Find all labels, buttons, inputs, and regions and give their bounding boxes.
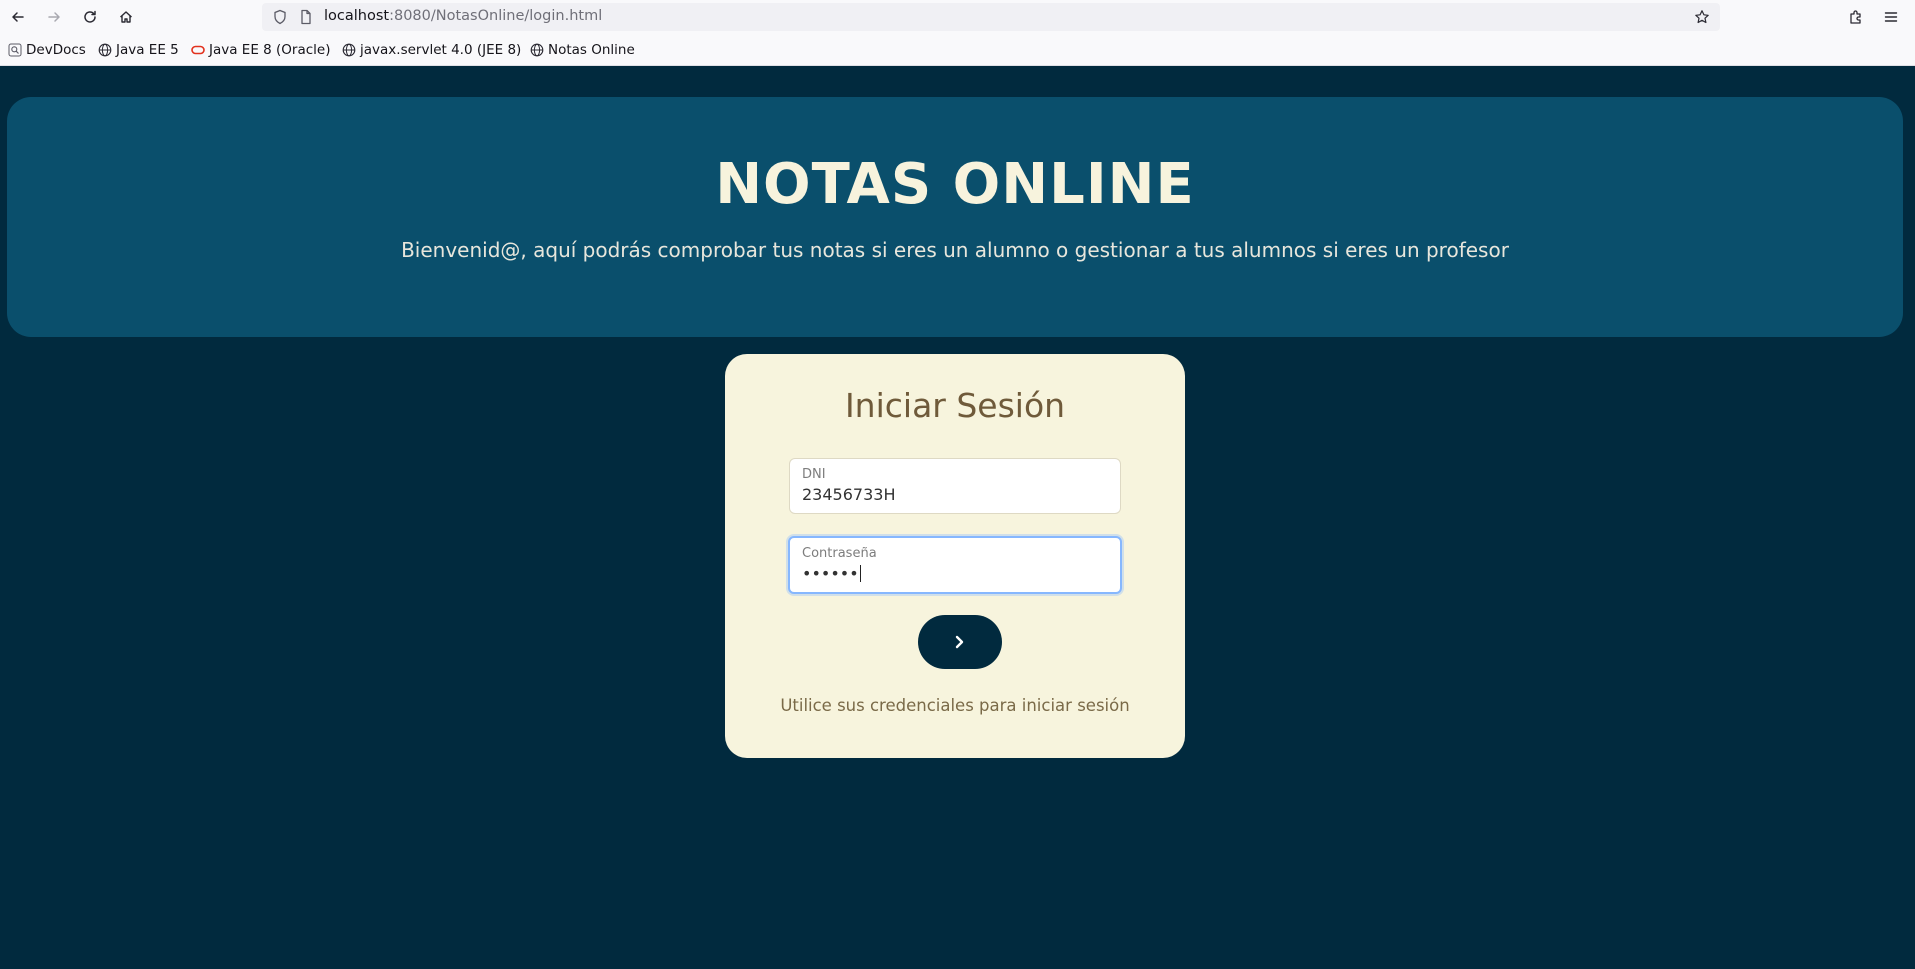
password-dots: •••••• <box>802 564 859 583</box>
address-bar[interactable]: localhost:8080/NotasOnline/login.html <box>262 3 1720 31</box>
dni-label: DNI <box>802 467 826 482</box>
globe-icon <box>98 43 112 57</box>
bookmark-java-ee-5[interactable]: Java EE 5 <box>98 41 179 59</box>
forward-arrow-icon <box>48 12 60 22</box>
reload-icon <box>84 10 96 23</box>
bookmark-star-icon[interactable] <box>1694 9 1710 25</box>
extensions-icon <box>1850 10 1861 24</box>
url-path: :8080/NotasOnline/login.html <box>389 8 603 24</box>
password-value: •••••• <box>802 564 861 583</box>
bookmark-devdocs[interactable]: DevDocs <box>8 41 86 59</box>
bookmark-javax-servlet[interactable]: javax.servlet 4.0 (JEE 8) <box>342 41 521 59</box>
globe-icon <box>342 43 356 57</box>
login-submit-button[interactable] <box>918 615 1002 669</box>
reload-button[interactable] <box>78 5 102 29</box>
bookmark-label: javax.servlet 4.0 (JEE 8) <box>360 42 522 58</box>
bookmark-label: Java EE 8 (Oracle) <box>209 42 331 58</box>
bookmark-java-ee-8-oracle[interactable]: Java EE 8 (Oracle) <box>191 41 331 59</box>
bookmark-label: Java EE 5 <box>116 42 179 58</box>
dni-field[interactable]: DNI 23456733H <box>789 458 1121 514</box>
dni-value: 23456733H <box>802 485 896 504</box>
browser-toolbar: localhost:8080/NotasOnline/login.html <box>0 0 1915 34</box>
oracle-icon <box>191 45 205 55</box>
page-title: NOTAS ONLINE <box>715 152 1195 217</box>
globe-icon <box>530 43 544 57</box>
login-title: Iniciar Sesión <box>844 386 1066 425</box>
extensions-button[interactable] <box>1844 5 1868 29</box>
search-icon <box>8 43 22 57</box>
url-host: localhost <box>324 8 390 24</box>
back-button[interactable] <box>6 5 30 29</box>
text-caret <box>859 565 861 582</box>
bookmark-notas-online[interactable]: Notas Online <box>530 41 635 59</box>
bookmark-label: Notas Online <box>548 42 635 58</box>
url-text[interactable]: localhost:8080/NotasOnline/login.html <box>324 8 602 24</box>
forward-button[interactable] <box>42 5 66 29</box>
menu-button[interactable] <box>1879 5 1903 29</box>
chevron-right-icon <box>955 635 964 649</box>
back-arrow-icon <box>12 12 24 22</box>
shield-icon[interactable] <box>272 9 288 25</box>
password-field[interactable]: Contraseña •••••• <box>788 536 1122 594</box>
home-button[interactable] <box>114 5 138 29</box>
bookmarks-toolbar: DevDocs Java EE 5 Java EE 8 (Oracle) jav… <box>0 34 1915 66</box>
bookmark-label: DevDocs <box>26 42 86 58</box>
password-label: Contraseña <box>802 546 877 561</box>
login-hint: Utilice sus credenciales para iniciar se… <box>780 696 1130 715</box>
page-icon[interactable] <box>298 9 314 25</box>
hamburger-menu-icon <box>1884 12 1898 22</box>
page-subtitle: Bienvenid@, aquí podrás comprobar tus no… <box>401 238 1509 262</box>
login-card: Iniciar Sesión DNI 23456733H Contraseña … <box>725 354 1185 758</box>
home-icon <box>120 11 132 23</box>
